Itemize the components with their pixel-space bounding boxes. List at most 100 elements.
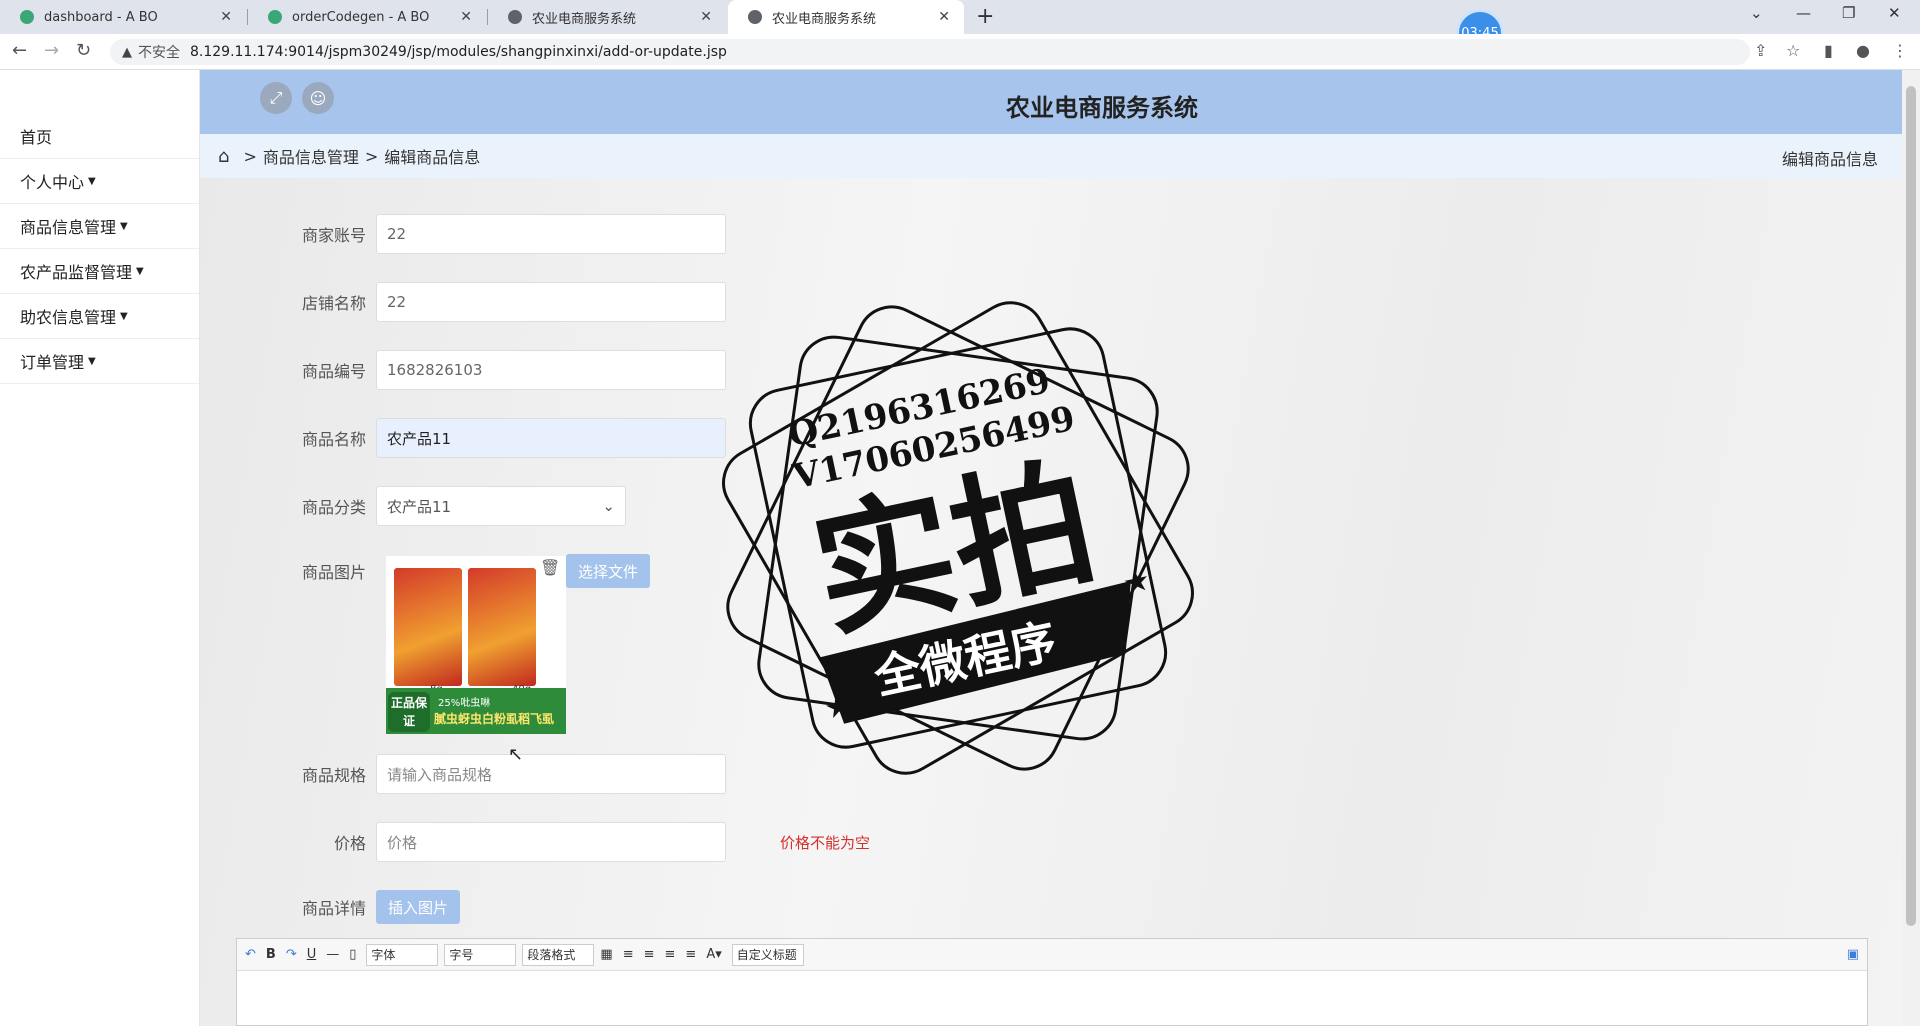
globe-favicon-icon [508, 10, 522, 24]
spec-input[interactable]: 请输入商品规格 [376, 754, 726, 794]
home-icon[interactable]: ⌂ [218, 146, 229, 167]
choose-file-button[interactable]: 选择文件 [566, 554, 651, 588]
close-icon[interactable]: ✕ [460, 9, 472, 25]
sidepanel-icon[interactable]: ▮ [1824, 41, 1833, 60]
back-icon[interactable]: ← [12, 40, 27, 61]
user-icon[interactable]: ☺ [302, 82, 334, 114]
product-image: 8g 40g 正品保证 25%吡虫啉 腻虫蚜虫白粉虱稻飞虱 [386, 556, 566, 734]
font-family-select[interactable]: 字体 [366, 943, 439, 966]
sidebar-item-label: 订单管理 [20, 353, 85, 372]
tab-label: 农业电商服务系统 [772, 11, 877, 27]
main-content: 商家账号 22 店铺名称 22 商品编号 1682826103 商品名称 农产品… [200, 178, 1902, 1026]
redo-icon[interactable]: ↷ [286, 947, 297, 962]
restore-icon[interactable]: ❐ [1842, 4, 1855, 22]
insert-image-button[interactable]: 插入图片 [376, 890, 461, 924]
menu-icon[interactable]: ⋮ [1892, 41, 1908, 60]
shop-name-row: 店铺名称 22 [200, 282, 726, 322]
paragraph-format-select[interactable]: 段落格式 [522, 943, 595, 966]
fullscreen-editor-icon[interactable]: ▣ [1847, 947, 1859, 962]
sidebar-item-personal[interactable]: 个人中心 ▼ [0, 159, 199, 204]
font-color-icon[interactable]: A▾ [706, 947, 721, 962]
reload-icon[interactable]: ↻ [76, 40, 91, 61]
window-close-icon[interactable]: ✕ [1888, 4, 1901, 22]
genuine-badge: 正品保证 [388, 692, 430, 732]
caret-down-icon: ▼ [120, 310, 128, 322]
product-code-row: 商品编号 1682826103 [200, 350, 726, 390]
product-code-input[interactable]: 1682826103 [376, 350, 726, 390]
align-left-icon[interactable]: ≡ [623, 947, 634, 962]
sidebar-item-label: 首页 [20, 128, 53, 147]
field-label: 商家账号 [301, 226, 366, 245]
category-row: 商品分类 农产品11 ⌄ [200, 486, 626, 526]
sidebar-item-supervision[interactable]: 农产品监督管理 ▼ [0, 249, 199, 294]
close-icon[interactable]: ✕ [700, 9, 712, 25]
profile-icon[interactable]: ● [1856, 41, 1870, 60]
breadcrumb-level1[interactable]: 商品信息管理 [263, 144, 359, 168]
minimize-icon[interactable]: — [1796, 4, 1811, 22]
merchant-account-input[interactable]: 22 [376, 214, 726, 254]
product-name-row: 商品名称 农产品11 [200, 418, 726, 458]
align-center-icon[interactable]: ≡ [665, 947, 676, 962]
undo-icon[interactable]: ↶ [245, 947, 256, 962]
align-justify-icon[interactable]: ≡ [685, 947, 696, 962]
caret-down-icon: ▼ [88, 175, 96, 187]
new-tab-icon[interactable]: + [976, 4, 994, 29]
url-field[interactable]: ▲ 不安全 8.129.11.174:9014/jspm30249/jsp/mo… [110, 39, 1750, 65]
mouse-cursor-icon: ↖ [508, 744, 524, 765]
security-label: 不安全 [138, 45, 180, 61]
detail-row: 商品详情 插入图片 [200, 890, 461, 924]
breadcrumb: ⌂ > 商品信息管理 > 编辑商品信息 编辑商品信息 [200, 134, 1902, 178]
trash-icon[interactable]: 🗑 [540, 558, 560, 577]
star-icon[interactable]: ☆ [1786, 41, 1800, 60]
bold-icon[interactable]: B [266, 947, 276, 962]
sidebar-item-label: 商品信息管理 [20, 218, 117, 237]
sidebar-item-orders[interactable]: 订单管理 ▼ [0, 339, 199, 384]
field-label: 店铺名称 [301, 294, 366, 313]
underline-icon[interactable]: U [307, 947, 317, 962]
field-label: 商品名称 [301, 430, 366, 449]
breadcrumb-level2: 编辑商品信息 [384, 148, 481, 167]
tab-label: orderCodegen - A BO [292, 9, 430, 25]
close-icon[interactable]: ✕ [220, 9, 232, 25]
custom-select-label: 自定义标题 [736, 948, 797, 962]
breadcrumb-separator: > [364, 146, 379, 166]
category-select[interactable]: 农产品11 ⌄ [376, 486, 626, 526]
fullscreen-icon[interactable]: ⤢ [260, 82, 292, 114]
font-size-select[interactable]: 字号 [444, 943, 517, 966]
close-icon[interactable]: ✕ [938, 9, 950, 25]
tab-ordercodegen[interactable]: orderCodegen - A BO ✕ [248, 0, 486, 34]
field-label: 商品编号 [301, 362, 366, 381]
size-select-label: 字号 [449, 948, 474, 962]
page-scrollbar[interactable] [1902, 70, 1920, 1026]
sidebar-item-products[interactable]: 商品信息管理 ▼ [0, 204, 199, 249]
warning-icon: ▲ [122, 44, 132, 60]
tab-search-icon[interactable]: ⌄ [1750, 4, 1763, 22]
tab-agri-system[interactable]: 农业电商服务系统 ✕ [488, 0, 726, 34]
align-right-icon[interactable]: ≡ [644, 947, 655, 962]
address-bar-row: ← → ↻ ▲ 不安全 8.129.11.174:9014/jspm30249/… [0, 34, 1920, 70]
field-label: 商品详情 [301, 899, 366, 918]
price-input[interactable]: 价格 [376, 822, 726, 862]
custom-heading-select[interactable]: 自定义标题 [731, 943, 804, 966]
percent-text: 25%吡虫啉 [438, 698, 491, 709]
tab-label: 农业电商服务系统 [532, 11, 637, 27]
scrollbar-thumb[interactable] [1906, 86, 1916, 926]
editor-toolbar: ↶ B ↷ U — ▯ 字体 字号 段落格式 ▦ ≡ ≡ ≡ ≡ A▾ 自定义标… [237, 939, 1867, 971]
vue-favicon-icon [268, 10, 282, 24]
tab-label: dashboard - A BO [44, 9, 158, 25]
document-icon[interactable]: ▯ [349, 947, 356, 962]
breadcrumb-separator: > [243, 146, 257, 166]
product-name-input[interactable]: 农产品11 [376, 418, 726, 458]
price-error-text: 价格不能为空 [780, 833, 871, 852]
tab-dashboard[interactable]: dashboard - A BO ✕ [0, 0, 246, 34]
tab-agri-system-active[interactable]: 农业电商服务系统 ✕ [728, 0, 964, 34]
table-icon[interactable]: ▦ [600, 947, 612, 962]
forward-icon[interactable]: → [44, 40, 59, 61]
share-icon[interactable]: ⇪ [1754, 41, 1767, 60]
browser-tab-strip: dashboard - A BO ✕ orderCodegen - A BO ✕… [0, 0, 1920, 57]
sidebar: 首页 个人中心 ▼ 商品信息管理 ▼ 农产品监督管理 ▼ 助农信息管理 ▼ 订单管理 ▼ [0, 70, 200, 1026]
sidebar-item-agri-info[interactable]: 助农信息管理 ▼ [0, 294, 199, 339]
sidebar-item-home[interactable]: 首页 [0, 114, 199, 159]
shop-name-input[interactable]: 22 [376, 282, 726, 322]
horizontal-rule-icon[interactable]: — [326, 947, 339, 962]
